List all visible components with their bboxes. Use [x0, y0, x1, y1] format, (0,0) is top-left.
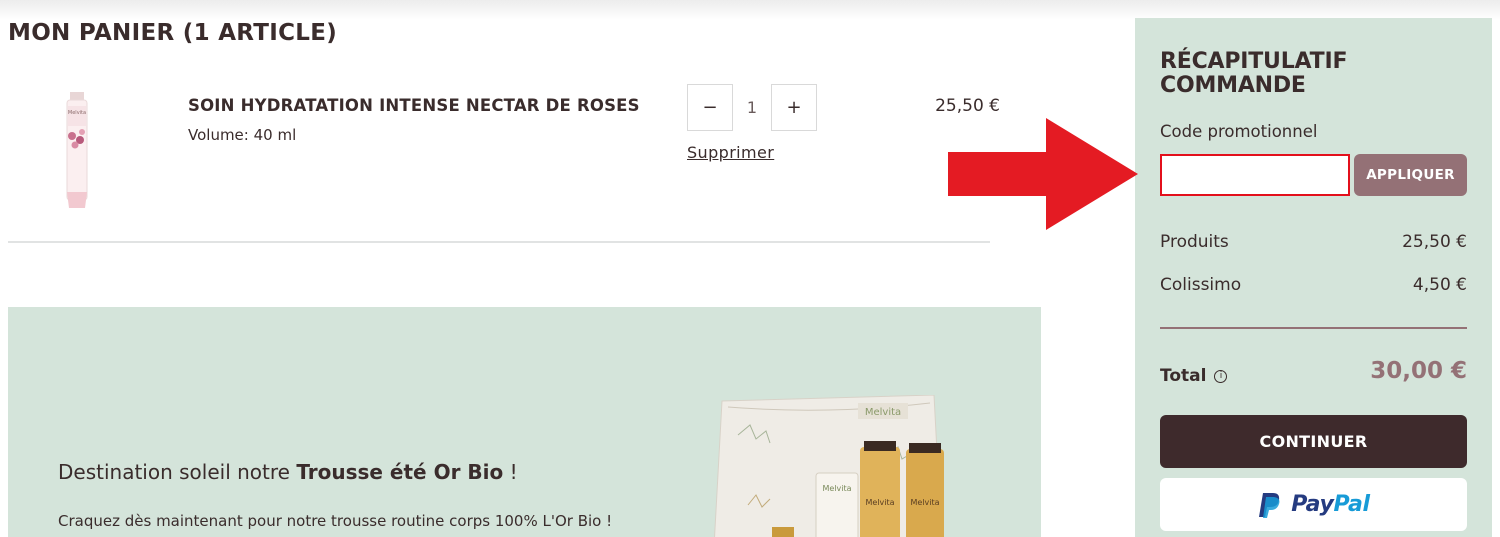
total-label: Total: [1160, 366, 1207, 386]
top-shadow: [0, 0, 1500, 20]
promo-code-input[interactable]: [1160, 154, 1350, 196]
summary-row-shipping: Colissimo 4,50 €: [1160, 275, 1467, 295]
quantity-increase-button[interactable]: +: [771, 84, 817, 131]
paypal-logo-icon: [1259, 492, 1280, 518]
product-name[interactable]: SOIN HYDRATATION INTENSE NECTAR DE ROSES: [188, 96, 640, 115]
product-image[interactable]: Melvita: [56, 92, 98, 214]
promo-banner: Destination soleil notre Trousse été Or …: [8, 307, 1041, 537]
line-item-price: 25,50 €: [935, 96, 1000, 116]
product-variant: Volume: 40 ml: [188, 126, 297, 144]
total-label-group: Total i: [1160, 366, 1228, 386]
quantity-decrease-button[interactable]: −: [687, 84, 733, 131]
arrow-pointer-icon: [948, 118, 1138, 230]
summary-title: RÉCAPITULATIF COMMANDE: [1160, 49, 1348, 98]
products-label: Produits: [1160, 232, 1229, 252]
remove-item-link[interactable]: Supprimer: [687, 143, 774, 162]
svg-text:Melvita: Melvita: [865, 407, 901, 418]
svg-text:Melvita: Melvita: [910, 498, 939, 507]
products-value: 25,50 €: [1402, 232, 1467, 252]
summary-row-products: Produits 25,50 €: [1160, 232, 1467, 252]
banner-product-image[interactable]: Melvita Melvita Melvita Melvita: [708, 395, 948, 537]
svg-text:Melvita: Melvita: [865, 498, 894, 507]
shipping-value: 4,50 €: [1412, 275, 1467, 295]
total-value: 30,00 €: [1370, 358, 1467, 384]
svg-text:Melvita: Melvita: [822, 484, 851, 493]
quantity-value[interactable]: 1: [733, 84, 771, 131]
info-icon[interactable]: i: [1214, 369, 1228, 383]
paypal-wordmark: PayPal: [1291, 492, 1370, 517]
promo-code-label: Code promotionnel: [1160, 122, 1318, 141]
summary-divider: [1160, 327, 1467, 329]
shipping-label: Colissimo: [1160, 275, 1242, 295]
banner-text: Craquez dès maintenant pour notre trouss…: [58, 512, 613, 530]
banner-headline: Destination soleil notre Trousse été Or …: [58, 460, 518, 484]
paypal-button[interactable]: PayPal: [1160, 478, 1467, 531]
cart-divider: [8, 241, 990, 243]
continue-button[interactable]: CONTINUER: [1160, 415, 1467, 468]
svg-text:Melvita: Melvita: [68, 110, 86, 116]
cart-title: MON PANIER (1 ARTICLE): [8, 20, 338, 46]
apply-promo-button[interactable]: APPLIQUER: [1354, 154, 1467, 196]
order-summary-panel: RÉCAPITULATIF COMMANDE Code promotionnel…: [1135, 18, 1492, 537]
